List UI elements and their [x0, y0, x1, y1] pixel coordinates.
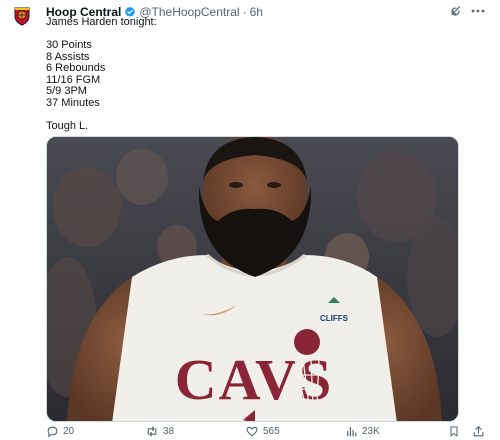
tweet-line: 37 Minutes — [46, 96, 100, 109]
more-icon[interactable] — [470, 3, 486, 19]
tweet-line: 8 Assists — [46, 50, 90, 63]
repost-icon — [147, 426, 157, 437]
bookmark-button[interactable] — [448, 425, 464, 438]
like-icon — [246, 426, 258, 437]
share-icon — [473, 426, 484, 437]
tweet-media-photo[interactable]: CLIFFS CAVS — [46, 136, 459, 422]
hoop-central-logo-icon — [14, 7, 30, 26]
reply-count: 20 — [63, 426, 75, 437]
repost-button[interactable]: 38 — [145, 425, 174, 438]
tweet-line: Tough L. — [46, 119, 89, 132]
bookmark-icon — [450, 426, 458, 437]
views-icon — [347, 427, 357, 437]
reply-icon — [47, 426, 58, 437]
tweet-line: 5/9 3PM — [46, 85, 87, 97]
jersey-text: CAVS — [175, 347, 333, 412]
like-count: 565 — [263, 426, 280, 437]
tweet-line: 11/16 FGM — [46, 73, 101, 86]
like-button[interactable]: 565 — [245, 425, 280, 438]
views-button[interactable]: 23K — [345, 425, 380, 438]
jersey-patch-text: CLIFFS — [320, 314, 349, 323]
views-count: 23K — [362, 426, 380, 437]
share-button[interactable] — [472, 425, 489, 438]
tweet-line: 6 Rebounds — [46, 62, 106, 74]
repost-count: 38 — [163, 426, 175, 437]
tweet[interactable]: Hoop Central @TheHoopCentral · 6h James … — [0, 0, 500, 440]
tweet-line: 30 Points — [46, 39, 92, 51]
avatar[interactable] — [11, 5, 33, 27]
tweet-text: James Harden tonight: 30 Points 8 Assist… — [46, 16, 466, 132]
tweet-line: James Harden tonight: — [46, 16, 157, 28]
tweet-actions: 20 38 565 23K — [46, 425, 490, 440]
reply-button[interactable]: 20 — [46, 425, 74, 438]
player-photo: CLIFFS CAVS — [47, 137, 458, 421]
